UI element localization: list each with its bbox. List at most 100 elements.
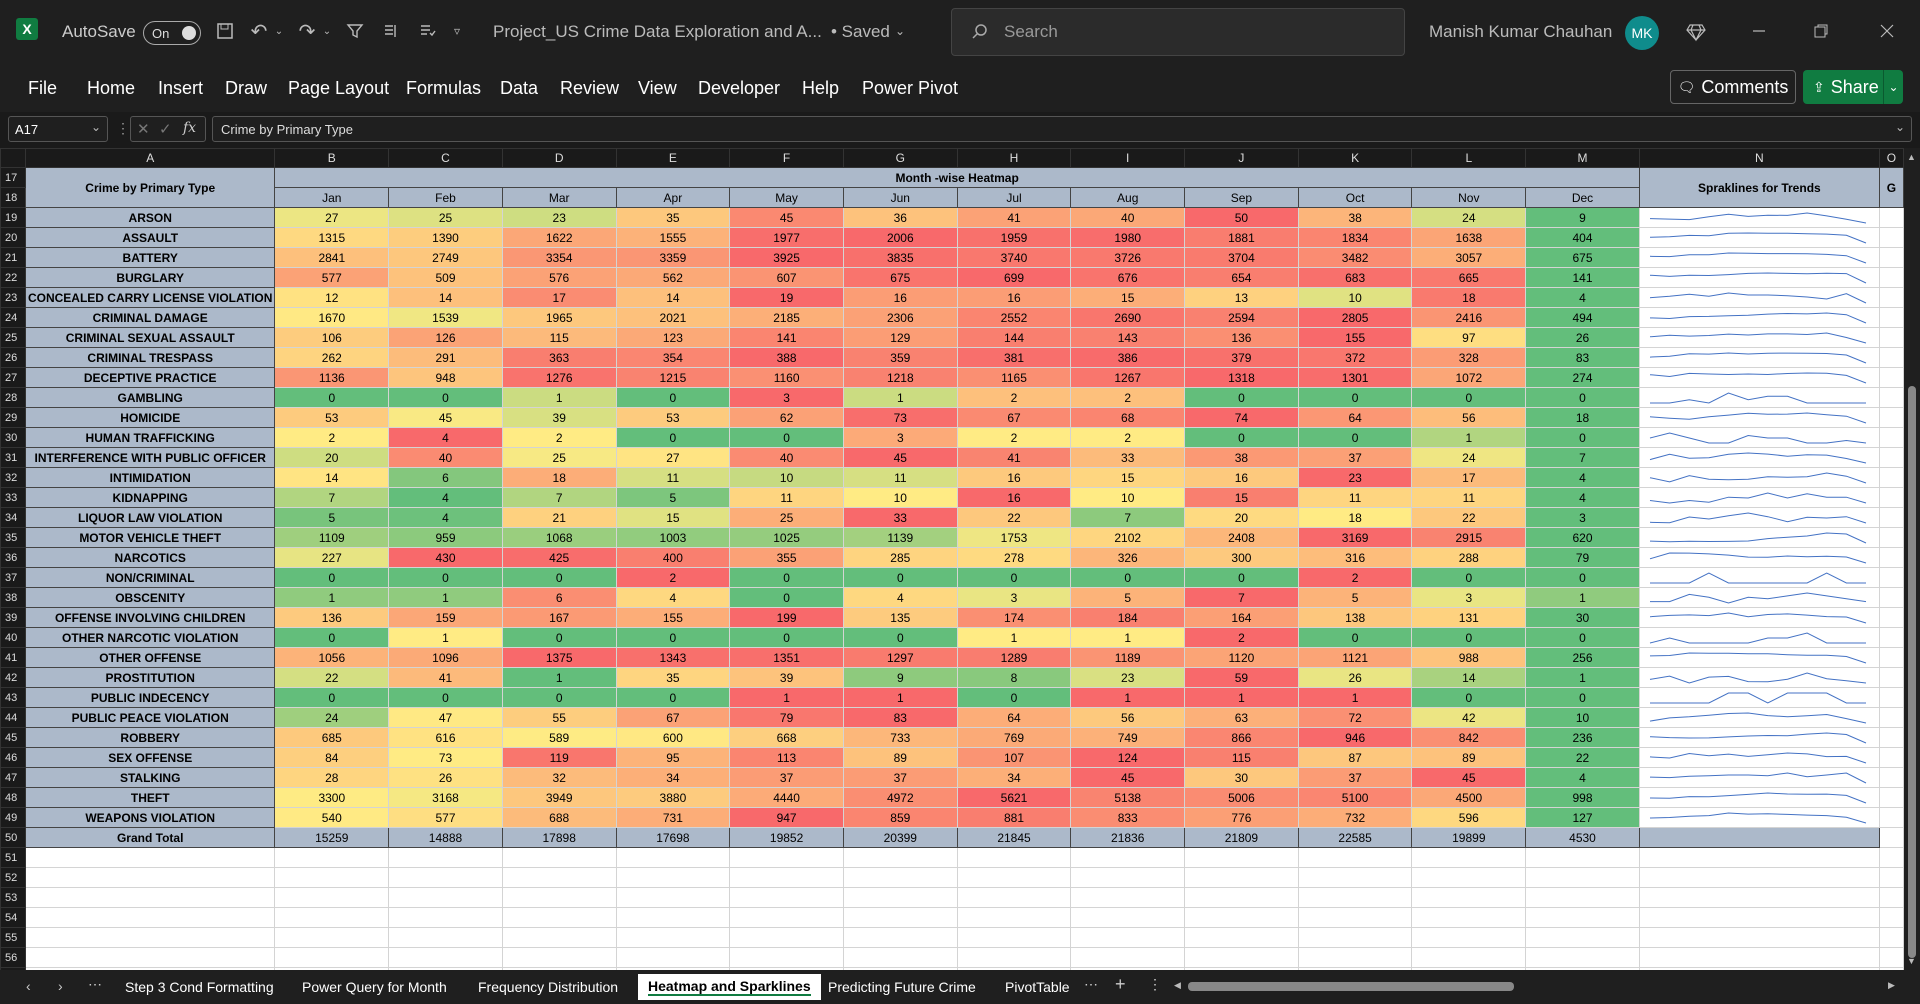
heatmap-cell[interactable]: 1670 — [274, 307, 390, 328]
heatmap-cell[interactable]: 11 — [1297, 487, 1413, 508]
empty-cell[interactable] — [24, 887, 276, 908]
heatmap-cell[interactable]: 0 — [729, 567, 844, 588]
heatmap-cell[interactable]: 42 — [1411, 707, 1527, 728]
empty-cell[interactable] — [956, 867, 1072, 888]
heatmap-cell[interactable]: 1 — [1070, 627, 1186, 648]
heatmap-cell[interactable]: 372 — [1297, 347, 1413, 368]
heatmap-cell[interactable]: 1315 — [274, 227, 390, 248]
heatmap-cell[interactable]: 27 — [615, 447, 731, 468]
empty-cell[interactable] — [1878, 527, 1904, 548]
sparkline-cell[interactable] — [1638, 787, 1880, 808]
user-name[interactable]: Manish Kumar Chauhan — [1429, 22, 1612, 42]
menu-help[interactable]: Help — [802, 78, 839, 99]
row-header[interactable]: 53 — [0, 887, 26, 908]
heatmap-cell[interactable]: 95 — [615, 747, 731, 768]
menu-data[interactable]: Data — [500, 78, 538, 99]
heatmap-cell[interactable]: 1297 — [842, 647, 958, 668]
heatmap-cell[interactable]: 64 — [956, 707, 1072, 728]
heatmap-cell[interactable]: 126 — [388, 327, 503, 348]
column-header[interactable]: F — [729, 148, 844, 168]
month-header[interactable]: Mar — [501, 187, 617, 208]
crime-type-label[interactable]: SEX OFFENSE — [24, 747, 276, 768]
heatmap-cell[interactable]: 2805 — [1297, 307, 1413, 328]
empty-cell[interactable] — [1878, 687, 1904, 708]
heatmap-cell[interactable]: 1622 — [501, 227, 617, 248]
heatmap-cell[interactable]: 1121 — [1297, 647, 1413, 668]
heatmap-cell[interactable]: 2552 — [956, 307, 1072, 328]
heatmap-cell[interactable]: 131 — [1411, 607, 1527, 628]
empty-cell[interactable] — [1878, 207, 1904, 228]
scroll-thumb[interactable] — [1908, 386, 1916, 958]
heatmap-cell[interactable]: 30 — [1184, 767, 1299, 788]
heatmap-cell[interactable]: 381 — [956, 347, 1072, 368]
heatmap-cell[interactable]: 97 — [1411, 327, 1527, 348]
heatmap-cell[interactable]: 37 — [1297, 767, 1413, 788]
heatmap-cell[interactable]: 355 — [729, 547, 844, 568]
heatmap-cell[interactable]: 22 — [1411, 507, 1527, 528]
scroll-up-icon[interactable]: ▲ — [1907, 152, 1916, 162]
heatmap-cell[interactable]: 45 — [729, 207, 844, 228]
heatmap-cell[interactable]: 9 — [1525, 207, 1640, 228]
crime-type-label[interactable]: DECEPTIVE PRACTICE — [24, 367, 276, 388]
heatmap-cell[interactable]: 256 — [1525, 647, 1640, 668]
empty-cell[interactable] — [842, 847, 958, 868]
heatmap-cell[interactable]: 56 — [1070, 707, 1186, 728]
heatmap-cell[interactable]: 5138 — [1070, 787, 1186, 808]
heatmap-cell[interactable]: 425 — [501, 547, 617, 568]
empty-cell[interactable] — [615, 867, 731, 888]
heatmap-cell[interactable]: 83 — [842, 707, 958, 728]
heatmap-cell[interactable]: 1539 — [388, 307, 503, 328]
heatmap-cell[interactable]: 1375 — [501, 647, 617, 668]
crime-type-label[interactable]: HOMICIDE — [24, 407, 276, 428]
heatmap-cell[interactable]: 3 — [1411, 587, 1527, 608]
heatmap-cell[interactable]: 0 — [615, 387, 731, 408]
heatmap-cell[interactable]: 136 — [1184, 327, 1299, 348]
row-header[interactable]: 31 — [0, 447, 26, 468]
heatmap-cell[interactable]: 8 — [956, 667, 1072, 688]
heatmap-cell[interactable]: 39 — [501, 407, 617, 428]
heatmap-cell[interactable]: 3726 — [1070, 247, 1186, 268]
heatmap-cell[interactable]: 10 — [842, 487, 958, 508]
empty-cell[interactable] — [1878, 447, 1904, 468]
row-header[interactable]: 23 — [0, 287, 26, 308]
heatmap-cell[interactable]: 167 — [501, 607, 617, 628]
heatmap-cell[interactable]: 699 — [956, 267, 1072, 288]
empty-cell[interactable] — [1525, 887, 1640, 908]
heatmap-cell[interactable]: 274 — [1525, 367, 1640, 388]
heatmap-cell[interactable]: 2915 — [1411, 527, 1527, 548]
heatmap-cell[interactable]: 1965 — [501, 307, 617, 328]
heatmap-cell[interactable]: 0 — [388, 567, 503, 588]
month-header[interactable]: Apr — [615, 187, 731, 208]
heatmap-cell[interactable]: 0 — [501, 627, 617, 648]
heatmap-cell[interactable]: 2 — [274, 427, 390, 448]
heatmap-cell[interactable]: 562 — [615, 267, 731, 288]
row-header[interactable]: 49 — [0, 807, 26, 828]
share-button[interactable]: ⇪ Share ⌄ — [1803, 70, 1903, 104]
empty-cell[interactable] — [615, 947, 731, 968]
empty-cell[interactable] — [1878, 587, 1904, 608]
heatmap-cell[interactable]: 67 — [956, 407, 1072, 428]
row-header[interactable]: 51 — [0, 847, 26, 868]
heatmap-cell[interactable]: 0 — [1297, 427, 1413, 448]
hscroll-thumb[interactable] — [1188, 982, 1514, 991]
heatmap-cell[interactable]: 10 — [1070, 487, 1186, 508]
heatmap-cell[interactable]: 676 — [1070, 267, 1186, 288]
empty-cell[interactable] — [1878, 787, 1904, 808]
empty-cell[interactable] — [274, 947, 390, 968]
heatmap-cell[interactable]: 732 — [1297, 807, 1413, 828]
empty-cell[interactable] — [956, 847, 1072, 868]
empty-cell[interactable] — [1638, 867, 1880, 888]
empty-cell[interactable] — [1297, 887, 1413, 908]
empty-cell[interactable] — [388, 907, 503, 928]
heatmap-cell[interactable]: 1215 — [615, 367, 731, 388]
heatmap-cell[interactable]: 7 — [501, 487, 617, 508]
saved-status[interactable]: • Saved — [831, 22, 890, 42]
undo-icon[interactable]: ↶ — [248, 20, 270, 43]
row-header[interactable]: 17 — [0, 167, 26, 188]
heatmap-cell[interactable]: 62 — [729, 407, 844, 428]
crime-type-label[interactable]: HUMAN TRAFFICKING — [24, 427, 276, 448]
heatmap-cell[interactable]: 68 — [1070, 407, 1186, 428]
filter-icon[interactable] — [344, 20, 366, 42]
heatmap-cell[interactable]: 1056 — [274, 647, 390, 668]
empty-cell[interactable] — [729, 887, 844, 908]
